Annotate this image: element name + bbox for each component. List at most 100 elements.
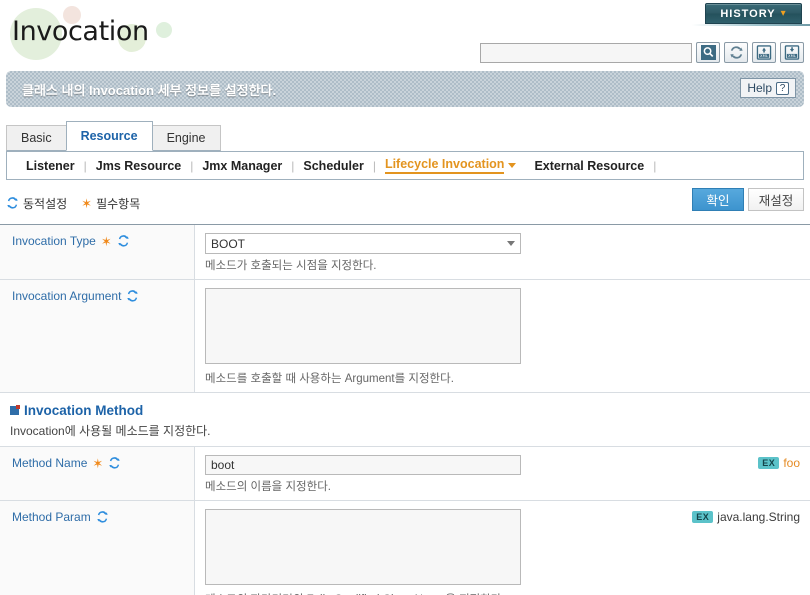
subtab-label: External Resource	[534, 158, 645, 173]
description-banner: 클래스 내의 Invocation 세부 정보를 설정한다. Help ?	[6, 71, 804, 107]
chevron-down-icon: ▾	[780, 8, 787, 19]
history-underline	[692, 24, 810, 26]
tab-engine[interactable]: Engine	[151, 125, 221, 151]
form-row-invocation-type: Invocation Type ✶ BOOT 메소드가 호출되는 시점을 지정한…	[0, 225, 810, 280]
example-badge: EX	[758, 457, 780, 469]
tab-label: Engine	[166, 131, 206, 145]
form-actions: 확인 재설정	[692, 188, 804, 211]
legend-required-label: 필수항목	[96, 196, 141, 211]
tab-label: Resource	[80, 129, 138, 143]
xml-import-button[interactable]: XML	[752, 42, 776, 63]
tab-basic[interactable]: Basic	[6, 125, 67, 151]
confirm-button-label: 확인	[706, 194, 730, 208]
tab-label: Basic	[21, 131, 52, 145]
sync-icon	[109, 457, 120, 469]
refresh-button[interactable]	[724, 42, 748, 63]
search-input[interactable]	[480, 42, 692, 63]
subtab-label: Scheduler	[303, 158, 364, 173]
label-cell: Method Param	[0, 501, 195, 595]
form-row-invocation-argument: Invocation Argument 메소드를 호출할 때 사용하는 Argu…	[0, 280, 810, 393]
banner-text: 클래스 내의 Invocation 세부 정보를 설정한다.	[22, 82, 277, 98]
settings-form: Invocation Type ✶ BOOT 메소드가 호출되는 시점을 지정한…	[0, 224, 810, 595]
field-cell: 메소드의 이름을 지정한다. EX foo	[195, 447, 810, 500]
asterisk-icon: ✶	[100, 233, 112, 249]
top-bar: Invocation HISTORY ▾ XML XML	[0, 0, 810, 68]
invocation-argument-textarea[interactable]	[205, 288, 521, 364]
help-label: Help	[747, 81, 772, 95]
search-button[interactable]	[696, 42, 720, 63]
example-hint: EX java.lang.String	[692, 510, 800, 524]
field-cell: 메소드의 파라미터의 Fully Qualified Class Name을 지…	[195, 501, 810, 595]
sync-icon	[7, 197, 18, 209]
example-value: java.lang.String	[717, 510, 800, 524]
field-hint: 메소드가 호출되는 시점을 지정한다.	[205, 260, 377, 272]
field-hint: 메소드를 호출할 때 사용하는 Argument를 지정한다.	[205, 373, 454, 385]
sub-tab-bar: Listener | Jms Resource | Jmx Manager | …	[6, 152, 804, 180]
reset-button-label: 재설정	[758, 194, 794, 208]
example-value: foo	[783, 456, 800, 470]
xml-export-icon: XML	[784, 45, 800, 60]
divider: |	[653, 158, 657, 173]
page-root: Invocation HISTORY ▾ XML XML 클래스 내의 Invo…	[0, 0, 810, 595]
svg-text:XML: XML	[760, 54, 769, 58]
subtab-label: Lifecycle Invocation	[384, 157, 505, 174]
cube-icon	[10, 405, 20, 415]
form-row-method-name: Method Name ✶ 메소드의 이름을 지정한다. EX foo	[0, 447, 810, 501]
help-button[interactable]: Help ?	[740, 78, 796, 98]
subtab-scheduler[interactable]: Scheduler	[294, 159, 372, 173]
decorative-circle	[156, 22, 172, 38]
section-description: Invocation에 사용될 메소드를 지정한다.	[10, 424, 211, 438]
subtab-label: Jmx Manager	[202, 158, 283, 173]
subtab-jmx-manager[interactable]: Jmx Manager	[193, 159, 291, 173]
label-cell: Method Name ✶	[0, 447, 195, 500]
field-cell: 메소드를 호출할 때 사용하는 Argument를 지정한다.	[195, 280, 810, 392]
legend-dynamic-label: 동적설정	[23, 196, 68, 211]
question-mark-icon: ?	[776, 81, 789, 95]
subtab-lifecycle-invocation[interactable]: Lifecycle Invocation	[376, 157, 525, 174]
tab-resource[interactable]: Resource	[65, 121, 153, 151]
field-cell: BOOT 메소드가 호출되는 시점을 지정한다.	[195, 225, 810, 279]
history-button[interactable]: HISTORY ▾	[705, 3, 802, 24]
legend-dynamic: 동적설정	[6, 195, 67, 212]
confirm-button[interactable]: 확인	[692, 188, 744, 211]
method-param-textarea[interactable]	[205, 509, 521, 585]
subtab-listener[interactable]: Listener	[17, 159, 84, 173]
example-badge: EX	[692, 511, 714, 523]
page-title: Invocation	[12, 16, 149, 47]
xml-import-icon: XML	[756, 45, 772, 60]
field-hint: 메소드의 파라미터의 Fully Qualified Class Name을 지…	[205, 591, 800, 595]
svg-text:XML: XML	[788, 54, 797, 58]
asterisk-icon: ✶	[92, 455, 104, 471]
search-toolbar: XML XML	[480, 42, 804, 63]
asterisk-icon: ✶	[81, 195, 93, 211]
invocation-type-select[interactable]: BOOT	[205, 233, 521, 254]
subtab-external-resource[interactable]: External Resource	[525, 159, 653, 173]
app-logo: Invocation	[6, 4, 326, 62]
field-hint: 메소드의 이름을 지정한다.	[205, 481, 331, 493]
sync-icon	[97, 511, 108, 523]
reset-button[interactable]: 재설정	[748, 188, 804, 211]
subtab-jms-resource[interactable]: Jms Resource	[87, 159, 190, 173]
subtab-label: Listener	[26, 158, 75, 173]
example-hint: EX foo	[758, 456, 800, 470]
sync-icon	[127, 290, 139, 302]
label-cell: Invocation Argument	[0, 280, 195, 392]
refresh-icon	[729, 46, 743, 59]
field-label: Invocation Type	[12, 234, 96, 248]
legend-and-actions-row: 동적설정 ✶ 필수항목 확인 재설정	[6, 188, 804, 218]
field-label: Method Param	[12, 510, 91, 524]
select-value: BOOT	[211, 236, 246, 251]
legend-required: ✶ 필수항목	[81, 195, 140, 212]
method-name-input[interactable]	[205, 455, 521, 475]
label-cell: Invocation Type ✶	[0, 225, 195, 279]
search-icon	[700, 45, 716, 60]
field-label: Method Name	[12, 456, 88, 470]
subtab-label: Jms Resource	[95, 158, 182, 173]
xml-export-button[interactable]: XML	[780, 42, 804, 63]
field-label: Invocation Argument	[12, 289, 122, 303]
caret-down-icon[interactable]	[508, 163, 517, 168]
form-row-method-param: Method Param 메소드의 파라미터의 Fully Qualified …	[0, 501, 810, 595]
sync-icon	[118, 235, 129, 247]
section-title-label: Invocation Method	[24, 403, 144, 418]
history-button-label: HISTORY	[720, 7, 776, 20]
